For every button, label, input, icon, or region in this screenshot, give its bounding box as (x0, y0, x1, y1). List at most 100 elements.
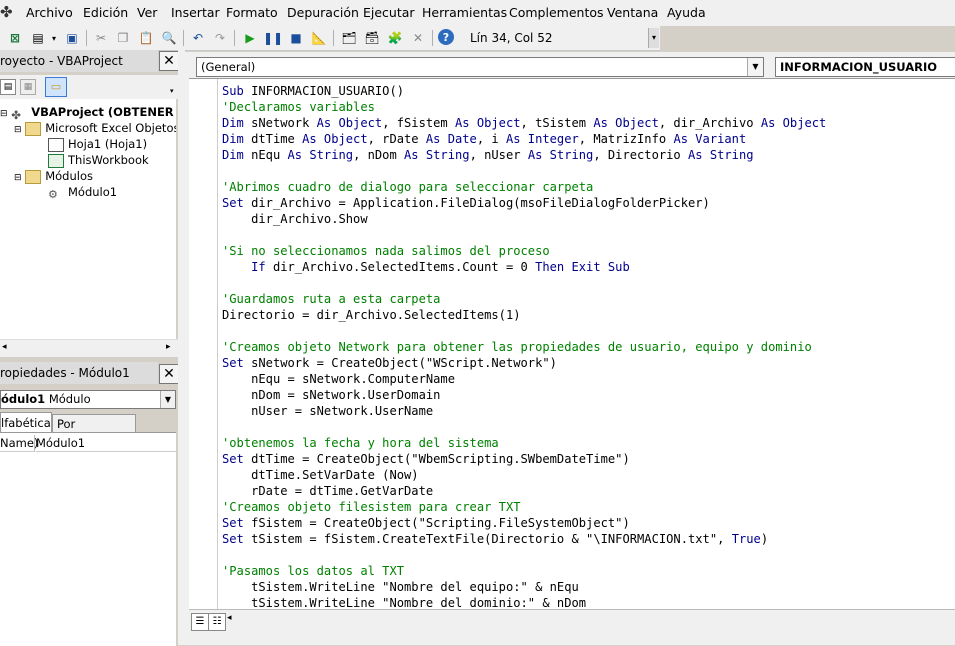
code-line[interactable]: 'Creamos objeto Network para obtener las… (222, 339, 812, 355)
collapse-icon[interactable]: ⊟ (14, 173, 22, 183)
collapse-icon[interactable]: ⊟ (14, 125, 22, 135)
code-line[interactable]: 'obtenemos la fecha y hora del sistema (222, 435, 499, 451)
code-line[interactable]: Directorio = dir_Archivo.SelectedItems(1… (222, 307, 521, 323)
object-selector[interactable]: ódulo1 Módulo ▼ (0, 390, 176, 409)
toggle-folders-icon[interactable]: ▭ (45, 77, 67, 97)
panel-splitter[interactable] (178, 50, 185, 645)
design-mode-icon[interactable]: 📐 (310, 29, 328, 47)
code-line[interactable]: Set tSistem = fSistem.CreateTextFile(Dir… (222, 531, 768, 547)
full-module-view-icon[interactable]: ☷ (208, 613, 226, 631)
object-combo[interactable]: (General) ▼ (196, 57, 764, 77)
code-line[interactable]: Sub INFORMACION_USUARIO() (222, 83, 404, 99)
code-line[interactable]: dtTime.SetVarDate (Now) (222, 467, 418, 483)
procedure-view-icon[interactable]: ☰ (191, 613, 209, 631)
property-value[interactable]: Módulo1 (36, 435, 176, 452)
menu-depuracion[interactable]: Depuración (287, 5, 359, 20)
code-line[interactable]: 'Si no seleccionamos nada salimos del pr… (222, 243, 550, 259)
toolbox-icon[interactable]: ✕ (409, 29, 427, 47)
menu-ventana[interactable]: Ventana (607, 5, 658, 20)
chevron-down-icon[interactable]: ▼ (160, 391, 175, 408)
chevron-right-icon[interactable]: ▸ (166, 342, 171, 352)
view-code-icon[interactable]: ▤ (0, 79, 16, 95)
menu-herramientas[interactable]: Herramientas (422, 5, 507, 20)
code-keyword: As String (688, 148, 754, 162)
code-line[interactable]: Dim sNetwork As Object, fSistem As Objec… (222, 115, 826, 131)
properties-window-icon[interactable]: 🗃 (363, 29, 381, 47)
toolbar-separator (183, 30, 184, 46)
code-line[interactable]: nUser = sNetwork.UserName (222, 403, 433, 419)
tree-item-excel-objects[interactable]: ⊟ Microsoft Excel Objetos (14, 120, 176, 136)
code-line[interactable]: Set dtTime = CreateObject("WbemScripting… (222, 451, 630, 467)
code-line[interactable]: Set dir_Archivo = Application.FileDialog… (222, 195, 710, 211)
code-comment: 'Si no seleccionamos nada salimos del pr… (222, 244, 550, 258)
tab-por-categorias[interactable]: Por categorías (52, 414, 136, 449)
menu-edicion[interactable]: Edición (83, 5, 128, 20)
toolbar-separator (333, 30, 334, 46)
code-text: fSistem = CreateObject("Scripting.FileSy… (251, 516, 630, 530)
code-text: , fSistem (382, 116, 455, 130)
menu-insertar[interactable]: Insertar (171, 5, 220, 20)
code-line[interactable]: dir_Archivo.Show (222, 211, 368, 227)
close-icon[interactable]: ✕ (159, 51, 179, 71)
chevron-left-icon[interactable]: ◂ (227, 613, 237, 629)
code-line[interactable]: nEqu = sNetwork.ComputerName (222, 371, 455, 387)
toolbar-overflow-icon[interactable]: ▾ (648, 28, 659, 48)
tree-item-modulos[interactable]: ⊟ Módulos (14, 168, 93, 184)
tree-item-modulo1[interactable]: ⚙ Módulo1 (48, 184, 117, 201)
save-icon[interactable]: ▣ (63, 29, 81, 47)
code-line[interactable]: 'Creamos objeto filesistem para crear TX… (222, 499, 521, 515)
undo-icon[interactable]: ↶ (189, 29, 207, 47)
copy-icon[interactable]: ❐ (114, 29, 132, 47)
code-line[interactable]: Dim dtTime As Object, rDate As Date, i A… (222, 131, 746, 147)
chevron-down-icon[interactable]: ▼ (747, 58, 763, 76)
redo-icon[interactable]: ↷ (211, 29, 229, 47)
paste-icon[interactable]: 📋 (137, 29, 155, 47)
procedure-combo[interactable]: INFORMACION_USUARIO (775, 57, 955, 77)
code-text: , dir_Archivo (658, 116, 761, 130)
project-explorer-icon[interactable]: 🗂 (340, 29, 358, 47)
tree-item-vbaproject[interactable]: ⊟ ✤VBAProject (OBTENER DAT (0, 104, 176, 122)
code-line[interactable]: nDom = sNetwork.UserDomain (222, 387, 440, 403)
code-keyword: Set (222, 516, 252, 530)
folder-icon (25, 169, 42, 184)
excel-icon[interactable]: ⊠ (6, 29, 24, 47)
code-line[interactable]: Set fSistem = CreateObject("Scripting.Fi… (222, 515, 630, 531)
project-hscrollbar[interactable]: ◂ ▸ (0, 339, 178, 357)
view-object-icon[interactable]: ▦ (20, 79, 36, 95)
menu-ejecutar[interactable]: Ejecutar (363, 5, 415, 20)
code-line[interactable]: tSistem.WriteLine "Nombre del equipo:" &… (222, 579, 579, 595)
menu-complementos[interactable]: Complementos (509, 5, 604, 20)
menu-archivo[interactable]: Archivo (26, 5, 73, 20)
code-line[interactable]: Dim nEqu As String, nDom As String, nUse… (222, 147, 754, 163)
break-icon[interactable]: ❚❚ (263, 29, 283, 47)
code-line[interactable]: tSistem.WriteLine "Nombre del dominio:" … (222, 595, 586, 609)
object-browser-icon[interactable]: 🧩 (386, 29, 404, 47)
run-icon[interactable]: ▶ (241, 29, 259, 47)
collapse-icon[interactable]: ⊟ (0, 109, 8, 119)
code-line[interactable]: 'Pasamos los datos al TXT (222, 563, 404, 579)
tree-item-hoja1[interactable]: Hoja1 (Hoja1) (48, 136, 147, 152)
code-line[interactable]: 'Abrimos cuadro de dialogo para seleccio… (222, 179, 593, 195)
reset-icon[interactable]: ■ (287, 29, 305, 47)
cut-icon[interactable]: ✂ (92, 29, 110, 47)
chevron-left-icon[interactable]: ◂ (2, 342, 7, 352)
menu-ayuda[interactable]: Ayuda (667, 5, 706, 20)
code-keyword: As Object (760, 116, 827, 130)
code-line[interactable]: 'Guardamos ruta a esta carpeta (222, 291, 440, 307)
code-line[interactable]: If dir_Archivo.SelectedItems.Count = 0 T… (222, 259, 630, 275)
chevron-down-icon[interactable]: ▾ (45, 29, 63, 47)
help-icon[interactable]: ? (438, 29, 454, 45)
menu-formato[interactable]: Formato (226, 5, 278, 20)
project-tree: ⊟ ✤VBAProject (OBTENER DAT ⊟ Microsoft E… (0, 99, 176, 339)
code-text: nEqu = sNetwork.ComputerName (222, 372, 455, 386)
find-icon[interactable]: 🔍 (160, 29, 178, 47)
code-line[interactable]: rDate = dtTime.GetVarDate (222, 483, 433, 499)
close-icon[interactable]: ✕ (159, 364, 179, 384)
code-line[interactable]: 'Declaramos variables (222, 99, 375, 115)
code-line[interactable]: Set sNetwork = CreateObject("WScript.Net… (222, 355, 557, 371)
code-editor[interactable]: Sub INFORMACION_USUARIO() 'Declaramos var… (189, 78, 955, 609)
tree-item-thisworkbook[interactable]: ThisWorkbook (48, 152, 149, 168)
menu-ver[interactable]: Ver (137, 5, 157, 20)
code-margin[interactable] (189, 79, 218, 609)
tab-alfabetica[interactable]: lfabética (0, 412, 52, 433)
